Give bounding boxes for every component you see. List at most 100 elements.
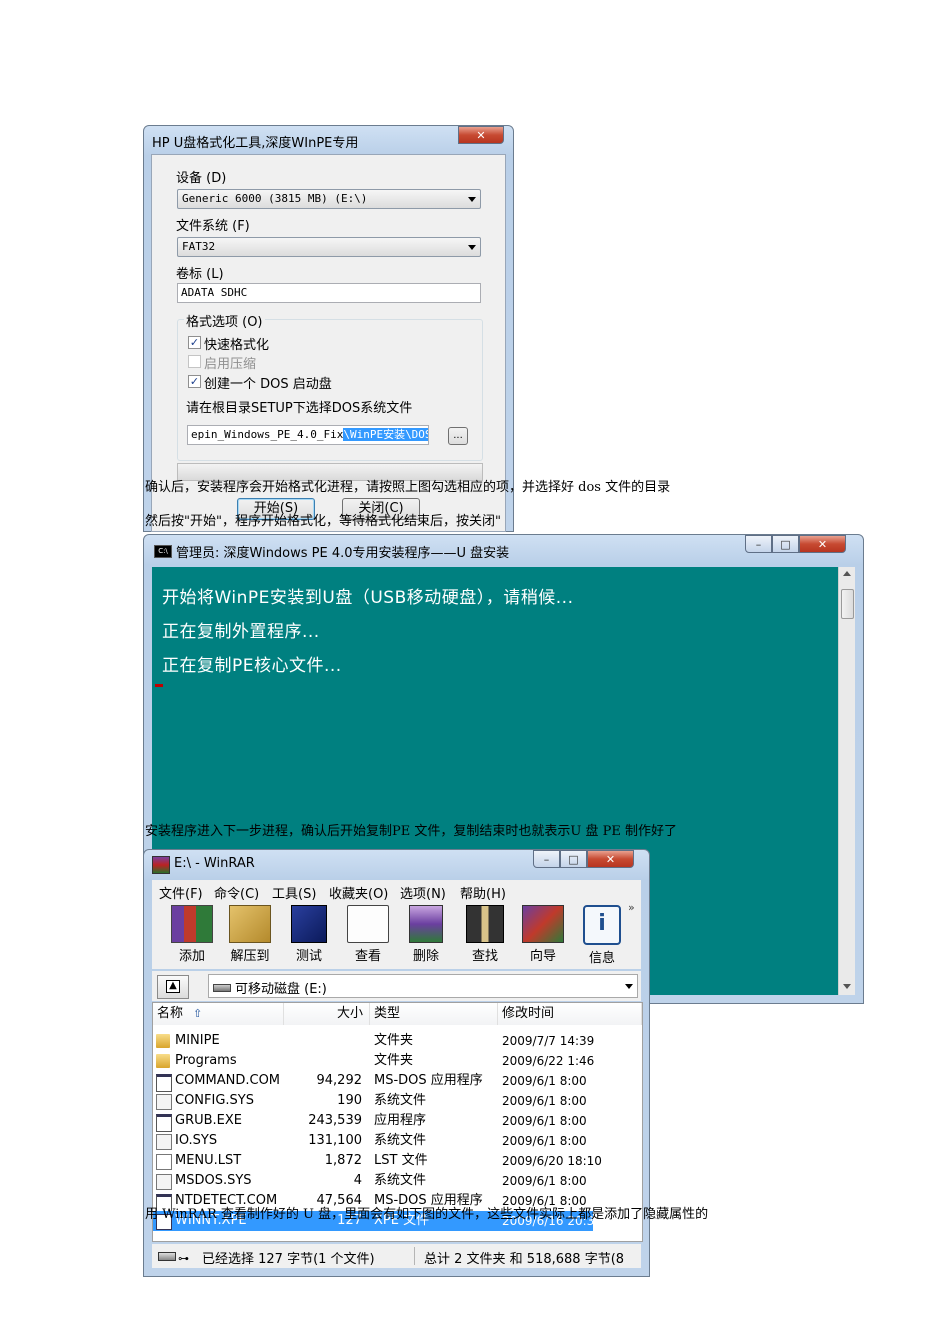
view-button[interactable]: 查看	[340, 905, 396, 964]
table-row[interactable]: COMMAND.COM 94,292 MS-DOS 应用程序 2009/6/1 …	[153, 1071, 642, 1092]
file-type: 应用程序	[374, 1113, 427, 1128]
test-icon	[291, 905, 327, 943]
menu-tools[interactable]: 工具(S)	[272, 883, 316, 902]
table-row[interactable]: IO.SYS 131,100 系统文件 2009/6/1 8:00	[153, 1131, 642, 1151]
format-tool-titlebar[interactable]: HP U盘格式化工具,深度WInPE专用 ✕	[144, 126, 513, 154]
wizard-button[interactable]: 向导	[515, 905, 571, 964]
winrar-titlebar[interactable]: E:\ - WinRAR – □ ✕	[144, 850, 649, 878]
format-tool-window: HP U盘格式化工具,深度WInPE专用 ✕ 设备 (D) Generic 60…	[143, 125, 514, 532]
col-type: 类型	[374, 1006, 401, 1021]
path-value: epin_Windows_PE_4.0_Fix	[191, 428, 344, 441]
system-file-icon	[156, 1174, 172, 1190]
extract-icon	[229, 905, 271, 943]
file-size: 94,292	[316, 1073, 363, 1088]
caption-2: 然后按"开始"，程序开始格式化，等待格式化结束后，按关闭"	[145, 514, 501, 529]
close-icon[interactable]: ✕	[587, 850, 634, 868]
file-name: COMMAND.COM	[175, 1073, 281, 1088]
file-size: 4	[353, 1173, 362, 1188]
chevron-down-icon	[468, 245, 476, 250]
minimize-icon[interactable]: –	[533, 850, 560, 868]
status-divider	[414, 1247, 415, 1265]
caption-3c: U 盘 PE 制作好了	[570, 824, 677, 839]
volume-input[interactable]: ADATA SDHC	[177, 283, 481, 303]
system-file-icon	[156, 1134, 172, 1150]
menu-file[interactable]: 文件(F)	[159, 883, 203, 902]
col-type-header[interactable]: 类型	[370, 1003, 498, 1025]
minimize-icon[interactable]: –	[745, 535, 772, 553]
folder-icon	[156, 1054, 170, 1068]
address-combo[interactable]: 可移动磁盘 (E:)	[208, 974, 638, 998]
up-folder-button[interactable]: ▲	[157, 975, 189, 999]
table-row[interactable]: GRUB.EXE 243,539 应用程序 2009/6/1 8:00	[153, 1111, 642, 1132]
dos-hint: 请在根目录SETUP下选择DOS系统文件	[186, 401, 413, 416]
quick-format-checkbox[interactable]: ✓	[188, 336, 201, 349]
maximize-icon[interactable]: □	[772, 535, 799, 553]
view-icon	[347, 905, 389, 943]
delete-label: 删除	[412, 949, 439, 964]
file-modified: 2009/6/1 8:00	[502, 1114, 587, 1128]
file-type: 系统文件	[374, 1173, 427, 1188]
format-tool-title: HP U盘格式化工具,深度WInPE专用	[152, 136, 359, 151]
fs-label: 文件系统 (F)	[176, 219, 250, 234]
col-size-header[interactable]: 大小	[284, 1003, 370, 1025]
table-row[interactable]: MSDOS.SYS 4 系统文件 2009/6/1 8:00	[153, 1171, 642, 1191]
device-select[interactable]: Generic 6000 (3815 MB) (E:\)	[177, 189, 481, 209]
browse-button[interactable]: ...	[448, 427, 468, 445]
test-label: 测试	[295, 949, 322, 964]
close-icon[interactable]: ✕	[799, 535, 846, 553]
device-value: Generic 6000 (3815 MB) (E:\)	[182, 192, 368, 205]
console-scrollbar[interactable]	[838, 567, 855, 995]
delete-button[interactable]: 删除	[398, 905, 454, 964]
console-title: 管理员: 深度Windows PE 4.0专用安装程序——U 盘安装	[176, 546, 510, 561]
menu-favorites[interactable]: 收藏夹(O)	[329, 883, 388, 902]
col-modified: 修改时间	[502, 1006, 555, 1021]
up-arrow-icon: ▲	[166, 980, 180, 993]
menu-help[interactable]: 帮助(H)	[460, 883, 506, 902]
file-modified: 2009/6/1 8:00	[502, 1174, 587, 1188]
document-icon	[156, 1154, 172, 1170]
status-bar: ⊶ 已经选择 127 字节(1 个文件) 总计 2 文件夹 和 518,688 …	[152, 1244, 641, 1268]
menu-commands[interactable]: 命令(C)	[214, 883, 259, 902]
file-name: GRUB.EXE	[175, 1113, 243, 1128]
col-modified-header[interactable]: 修改时间	[498, 1003, 642, 1025]
caption-4: 用 WinRAR 查看制作好的 U 盘，里面会有如下图的文件，这些文件实际上都是…	[145, 1207, 709, 1222]
find-button[interactable]: 查找	[457, 905, 513, 964]
drive-status-icon	[158, 1252, 176, 1261]
fs-value: FAT32	[182, 240, 216, 253]
toolbar-more-icon[interactable]: »	[628, 901, 635, 914]
console-titlebar[interactable]: C:\ 管理员: 深度Windows PE 4.0专用安装程序——U 盘安装 –…	[144, 535, 863, 563]
table-row[interactable]: MENU.LST 1,872 LST 文件 2009/6/20 18:10	[153, 1151, 642, 1171]
table-row[interactable]: Programs 文件夹 2009/6/22 1:46	[153, 1051, 642, 1071]
console-app-icon: C:\	[154, 545, 172, 558]
info-button[interactable]: i 信息	[574, 905, 630, 966]
dos-path-input[interactable]: epin_Windows_PE_4.0_Fix\WinPE安装\DOS	[187, 425, 429, 445]
col-name: 名称	[157, 1006, 184, 1021]
extract-button[interactable]: 解压到	[222, 905, 278, 964]
key-icon: ⊶	[178, 1252, 189, 1265]
close-icon[interactable]: ✕	[458, 126, 504, 144]
wizard-label: 向导	[529, 949, 556, 964]
file-name: MSDOS.SYS	[175, 1173, 252, 1188]
device-label: 设备 (D)	[176, 171, 227, 186]
test-button[interactable]: 测试	[281, 905, 337, 964]
compression-checkbox[interactable]	[188, 355, 201, 368]
file-name: IO.SYS	[175, 1133, 218, 1148]
col-name-header[interactable]: 名称 ⇧	[153, 1003, 284, 1025]
scroll-down-icon[interactable]	[843, 984, 851, 989]
filesystem-select[interactable]: FAT32	[177, 237, 481, 257]
table-row[interactable]: CONFIG.SYS 190 系统文件 2009/6/1 8:00	[153, 1091, 642, 1111]
executable-icon	[156, 1114, 172, 1132]
view-label: 查看	[354, 949, 381, 964]
table-row[interactable]: MINIPE 文件夹 2009/7/7 14:39	[153, 1031, 642, 1051]
menu-options[interactable]: 选项(N)	[400, 883, 446, 902]
winrar-title: E:\ - WinRAR	[174, 856, 255, 871]
maximize-icon[interactable]: □	[560, 850, 587, 868]
volume-label: 卷标 (L)	[176, 267, 224, 282]
add-button[interactable]: 添加	[164, 905, 220, 964]
drive-icon	[213, 984, 231, 992]
scroll-up-icon[interactable]	[843, 571, 851, 576]
scroll-thumb[interactable]	[841, 589, 854, 619]
compression-label: 启用压缩	[204, 357, 257, 372]
file-modified: 2009/6/1 8:00	[502, 1134, 587, 1148]
create-dos-checkbox[interactable]: ✓	[188, 375, 201, 388]
